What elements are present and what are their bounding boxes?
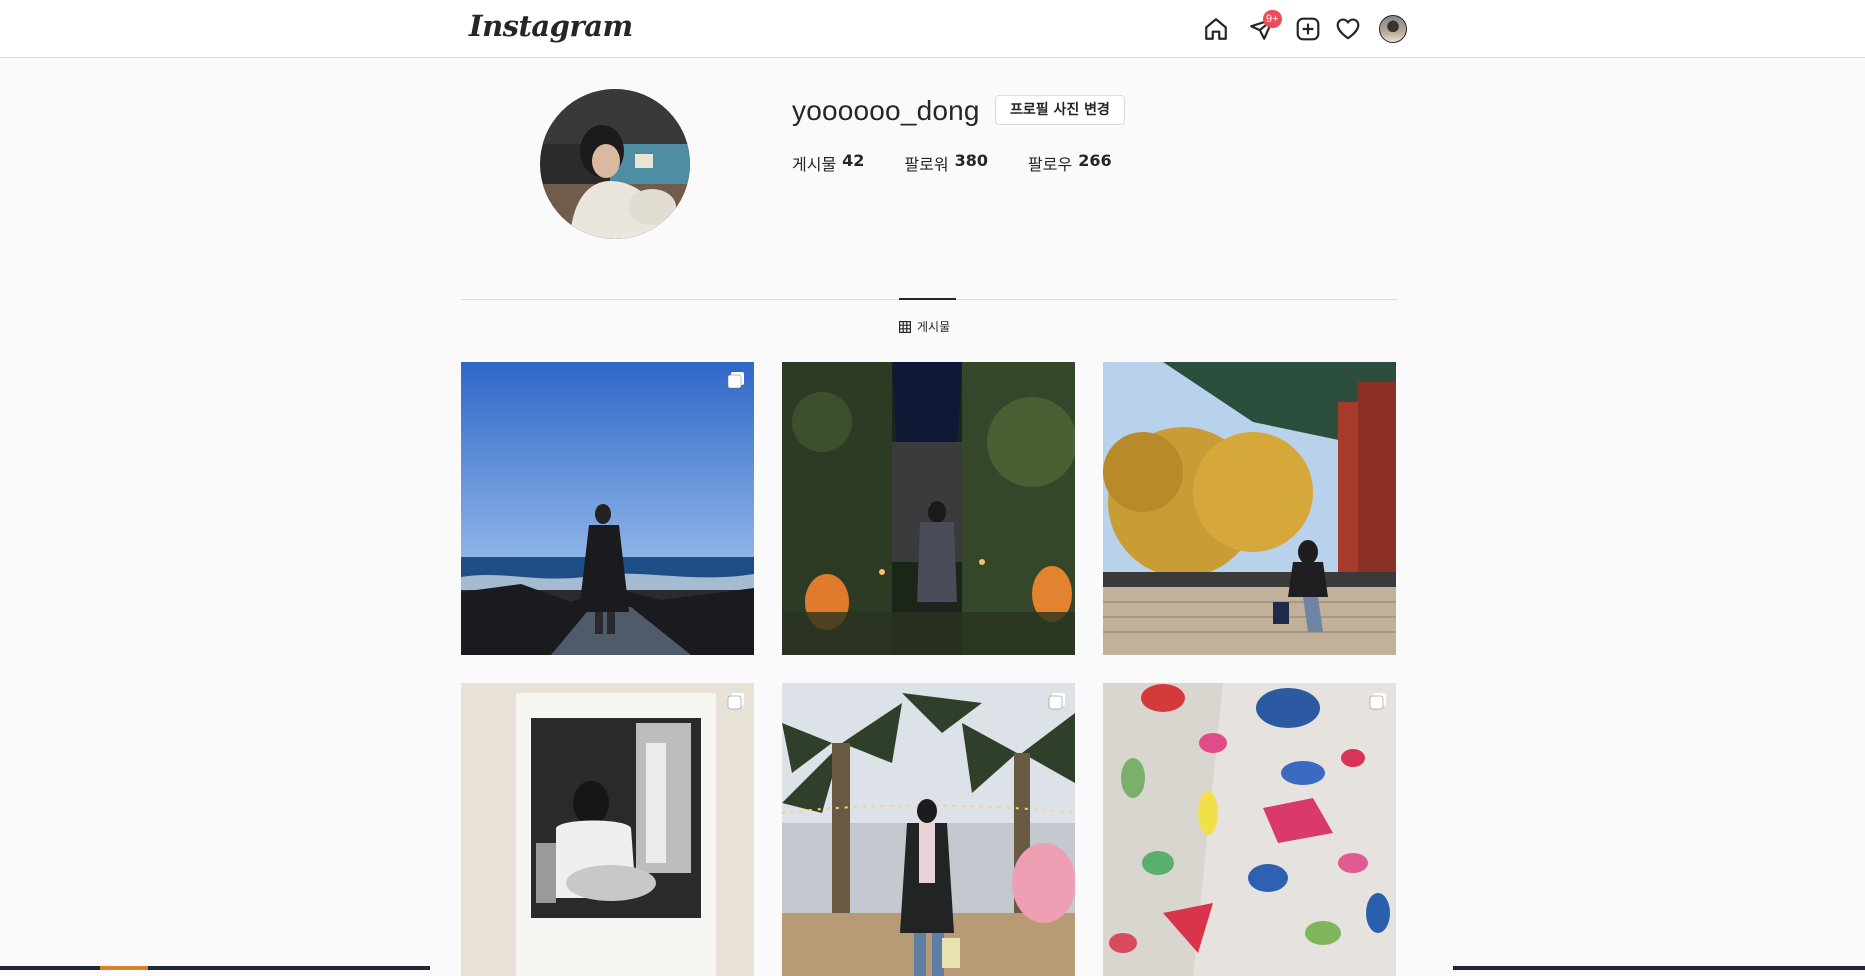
stat-followers-label: 팔로워 xyxy=(904,155,949,174)
post-image xyxy=(782,362,1075,655)
taskbar-edge-right xyxy=(1453,966,1865,970)
multiple-photos-icon xyxy=(1048,693,1065,710)
stat-following[interactable]: 팔로우 266 xyxy=(1028,151,1112,175)
activity-heart-icon[interactable] xyxy=(1334,15,1362,43)
profile-username: yoooooo_dong xyxy=(792,95,980,126)
stat-posts-value: 42 xyxy=(842,151,865,170)
new-post-icon[interactable] xyxy=(1294,15,1322,43)
stat-followers-value: 380 xyxy=(954,151,989,170)
post-image xyxy=(782,683,1075,976)
home-icon[interactable] xyxy=(1202,15,1230,43)
post-thumbnail[interactable] xyxy=(782,683,1075,976)
stat-following-label: 팔로우 xyxy=(1028,155,1073,174)
direct-icon[interactable]: 9+ xyxy=(1248,10,1282,43)
post-image xyxy=(461,683,754,976)
taskbar-edge-accent xyxy=(100,966,148,970)
instagram-logo[interactable]: Instagram xyxy=(469,9,633,43)
post-image xyxy=(1103,362,1396,655)
multiple-photos-icon xyxy=(727,693,744,710)
grid-icon xyxy=(899,320,911,333)
post-thumbnail[interactable] xyxy=(782,362,1075,655)
top-navigation: Instagram 9+ xyxy=(0,0,1865,58)
post-thumbnail[interactable] xyxy=(461,683,754,976)
stat-followers[interactable]: 팔로워 380 xyxy=(904,151,988,175)
profile-picture[interactable] xyxy=(540,89,690,239)
profile-stats: 게시물 42 팔로워 380 팔로우 266 xyxy=(792,151,1112,175)
stat-posts: 게시물 42 xyxy=(792,151,864,175)
change-profile-photo-button[interactable]: 프로필 사진 변경 xyxy=(995,95,1125,125)
multiple-photos-icon xyxy=(1369,693,1386,710)
taskbar-edge-left xyxy=(0,966,430,970)
post-image xyxy=(1103,683,1396,976)
post-thumbnail[interactable] xyxy=(461,362,754,655)
active-tab-indicator xyxy=(899,298,956,300)
profile-avatar[interactable] xyxy=(1379,15,1407,43)
post-thumbnail[interactable] xyxy=(1103,362,1396,655)
stat-following-value: 266 xyxy=(1078,151,1112,170)
tab-posts[interactable]: 게시물 xyxy=(899,318,950,335)
stat-posts-label: 게시물 xyxy=(792,155,837,174)
multiple-photos-icon xyxy=(727,372,744,389)
post-thumbnail[interactable] xyxy=(1103,683,1396,976)
tab-posts-label: 게시물 xyxy=(917,320,951,334)
post-image xyxy=(461,362,754,655)
notification-badge: 9+ xyxy=(1263,10,1282,28)
